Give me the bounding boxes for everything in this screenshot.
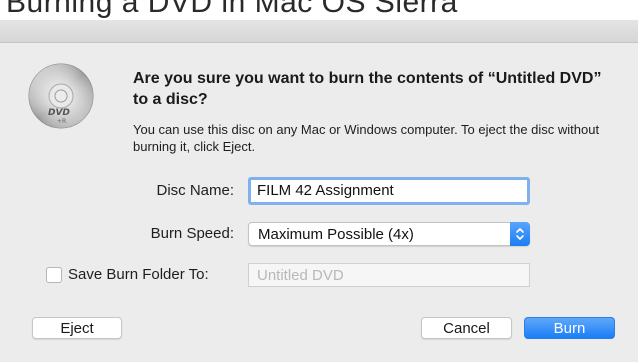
dialog-message: You can use this disc on any Mac or Wind…: [133, 122, 600, 154]
burn-folder-name-input: Untitled DVD: [248, 263, 530, 287]
up-down-chevron-icon[interactable]: [510, 222, 530, 246]
disc-name-label: Disc Name:: [156, 182, 234, 199]
save-burn-folder-checkbox[interactable]: [46, 267, 62, 283]
burn-speed-value: Maximum Possible (4x): [258, 226, 414, 243]
burn-speed-label: Burn Speed:: [150, 225, 234, 242]
background-window-text: Burning a DVD in Mac OS Sierra: [6, 0, 458, 19]
burn-folder-placeholder: Untitled DVD: [257, 266, 344, 284]
burn-disc-dialog: DVD +R Are you sure you want to burn the…: [0, 43, 638, 362]
cancel-button[interactable]: Cancel: [421, 317, 512, 339]
background-window-strip: Burning a DVD in Mac OS Sierra: [0, 0, 638, 20]
save-burn-folder-label[interactable]: Save Burn Folder To:: [68, 266, 209, 283]
dialog-headline: Are you sure you want to burn the conten…: [133, 70, 602, 108]
dvd-label: DVD: [48, 108, 70, 118]
dvd-disc-icon: DVD +R: [28, 63, 94, 129]
eject-button[interactable]: Eject: [32, 317, 122, 339]
dvd-sublabel: +R: [57, 118, 66, 125]
disc-name-input[interactable]: FILM 42 Assignment: [248, 177, 530, 205]
window-titlebar: [0, 20, 638, 43]
burn-button[interactable]: Burn: [524, 317, 615, 339]
burn-speed-select[interactable]: Maximum Possible (4x): [248, 222, 530, 246]
disc-name-value: FILM 42 Assignment: [257, 182, 394, 199]
